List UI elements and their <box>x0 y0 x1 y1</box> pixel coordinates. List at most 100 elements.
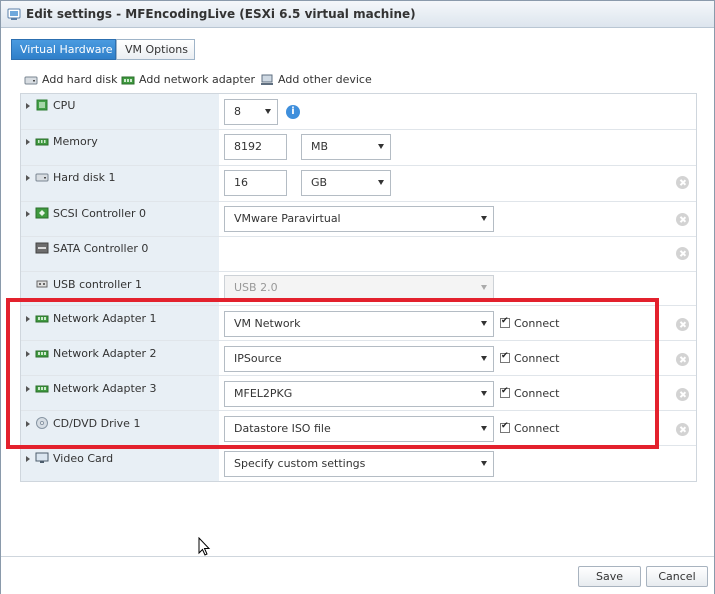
device-row-cpu: CPU 8 i <box>21 94 696 130</box>
hard-disk-unit-select[interactable]: GB <box>301 170 391 196</box>
hard-disk-unit-value: GB <box>311 176 328 189</box>
chevron-down-icon <box>378 180 384 185</box>
hard-disk-icon <box>24 76 38 84</box>
connect-label: Connect <box>514 387 560 400</box>
remove-device-icon[interactable] <box>676 318 689 331</box>
expand-arrow-icon[interactable] <box>26 139 30 145</box>
sata-controller-icon <box>35 242 49 254</box>
cpu-count-value: 8 <box>234 105 241 118</box>
device-label-cpu: CPU <box>53 99 76 112</box>
hard-disk-icon <box>35 173 49 182</box>
device-label-hard-disk-1: Hard disk 1 <box>53 171 116 184</box>
scsi-controller-icon <box>35 207 49 219</box>
memory-unit-select[interactable]: MB <box>301 134 391 160</box>
device-row-video-card: Video Card Specify custom settings <box>21 446 696 481</box>
network-adapter-3-select[interactable]: MFEL2PKG <box>224 381 494 407</box>
connect-checkbox[interactable] <box>500 316 510 328</box>
add-hard-disk-label: Add hard disk <box>42 73 118 86</box>
memory-unit-value: MB <box>311 140 329 153</box>
expand-arrow-icon[interactable] <box>26 456 30 462</box>
network-adapter-2-value: IPSource <box>234 352 282 365</box>
add-network-adapter-button[interactable]: Add network adapter <box>121 72 255 88</box>
device-label-network-adapter-2: Network Adapter 2 <box>53 347 157 360</box>
cd-dvd-source-value: Datastore ISO file <box>234 422 331 435</box>
dialog-footer: Save Cancel <box>1 556 714 594</box>
device-label-sata-controller-0: SATA Controller 0 <box>53 242 149 255</box>
scsi-type-value: VMware Paravirtual <box>234 212 341 225</box>
add-hard-disk-button[interactable]: Add hard disk <box>24 72 117 88</box>
remove-device-icon[interactable] <box>676 176 689 189</box>
chevron-down-icon <box>481 391 487 396</box>
chevron-down-icon <box>481 216 487 221</box>
expand-arrow-icon[interactable] <box>26 211 30 217</box>
expand-arrow-icon[interactable] <box>26 386 30 392</box>
usb-version-select[interactable]: USB 2.0 <box>224 275 494 301</box>
video-card-settings-value: Specify custom settings <box>234 457 366 470</box>
network-adapter-2-select[interactable]: IPSource <box>224 346 494 372</box>
tab-virtual-hardware[interactable]: Virtual Hardware <box>11 39 116 60</box>
title-bar: Edit settings - MFEncodingLive (ESXi 6.5… <box>1 1 714 28</box>
network-adapter-1-select[interactable]: VM Network <box>224 311 494 337</box>
device-row-scsi-controller-0: SCSI Controller 0 VMware Paravirtual <box>21 202 696 237</box>
video-card-settings-select[interactable]: Specify custom settings <box>224 451 494 477</box>
device-label-memory: Memory <box>53 135 98 148</box>
monitor-icon <box>35 452 49 463</box>
usb-icon <box>36 280 48 288</box>
network-adapter-1-value: VM Network <box>234 317 301 330</box>
connect-checkbox[interactable] <box>500 351 510 363</box>
device-label-scsi-controller-0: SCSI Controller 0 <box>53 207 146 220</box>
device-row-network-adapter-2: Network Adapter 2 IPSource Connect <box>21 341 696 376</box>
add-network-adapter-label: Add network adapter <box>139 73 256 86</box>
chevron-down-icon <box>481 321 487 326</box>
remove-device-icon[interactable] <box>676 423 689 436</box>
connect-label: Connect <box>514 422 560 435</box>
info-icon[interactable]: i <box>286 105 300 119</box>
remove-device-icon[interactable] <box>676 353 689 366</box>
memory-icon <box>35 138 49 146</box>
cpu-count-select[interactable]: 8 <box>224 99 278 125</box>
network-adapter-icon <box>35 350 49 358</box>
cd-dvd-icon <box>36 417 48 429</box>
expand-arrow-icon[interactable] <box>26 103 30 109</box>
expand-arrow-icon[interactable] <box>26 351 30 357</box>
scsi-type-select[interactable]: VMware Paravirtual <box>224 206 494 232</box>
cancel-button[interactable]: Cancel <box>646 566 708 587</box>
add-other-device-button[interactable]: Add other device <box>260 72 372 88</box>
device-label-usb-controller-1: USB controller 1 <box>53 278 143 291</box>
remove-device-icon[interactable] <box>676 213 689 226</box>
network-adapter-icon <box>35 315 49 323</box>
connect-label: Connect <box>514 352 560 365</box>
virtual-hardware-list: CPU 8 i Memory 8192 MB Hard disk 1 16 GB… <box>20 93 697 482</box>
virtual-machine-icon <box>7 8 21 20</box>
device-row-network-adapter-3: Network Adapter 3 MFEL2PKG Connect <box>21 376 696 411</box>
device-label-network-adapter-1: Network Adapter 1 <box>53 312 157 325</box>
connect-label: Connect <box>514 317 560 330</box>
device-label-cd-dvd-drive-1: CD/DVD Drive 1 <box>53 417 141 430</box>
mouse-cursor-icon <box>198 537 211 556</box>
connect-checkbox[interactable] <box>500 421 510 433</box>
remove-device-icon[interactable] <box>676 247 689 260</box>
expand-arrow-icon[interactable] <box>26 421 30 427</box>
chevron-down-icon <box>481 356 487 361</box>
save-button[interactable]: Save <box>578 566 641 587</box>
device-icon <box>261 74 273 85</box>
device-row-hard-disk-1: Hard disk 1 16 GB <box>21 166 696 202</box>
memory-size-input[interactable]: 8192 <box>224 134 287 160</box>
device-row-network-adapter-1: Network Adapter 1 VM Network Connect <box>21 306 696 341</box>
chevron-down-icon <box>481 285 487 290</box>
remove-device-icon[interactable] <box>676 388 689 401</box>
device-row-sata-controller-0: SATA Controller 0 <box>21 237 696 272</box>
cd-dvd-source-select[interactable]: Datastore ISO file <box>224 416 494 442</box>
chevron-down-icon <box>481 426 487 431</box>
edit-settings-dialog: Edit settings - MFEncodingLive (ESXi 6.5… <box>0 0 715 594</box>
expand-arrow-icon[interactable] <box>26 316 30 322</box>
tab-vm-options[interactable]: VM Options <box>116 39 195 60</box>
hard-disk-size-input[interactable]: 16 <box>224 170 287 196</box>
network-adapter-3-value: MFEL2PKG <box>234 387 293 400</box>
chevron-down-icon <box>481 461 487 466</box>
add-other-device-label: Add other device <box>278 73 372 86</box>
device-row-memory: Memory 8192 MB <box>21 130 696 166</box>
expand-arrow-icon[interactable] <box>26 175 30 181</box>
device-label-network-adapter-3: Network Adapter 3 <box>53 382 157 395</box>
connect-checkbox[interactable] <box>500 386 510 398</box>
